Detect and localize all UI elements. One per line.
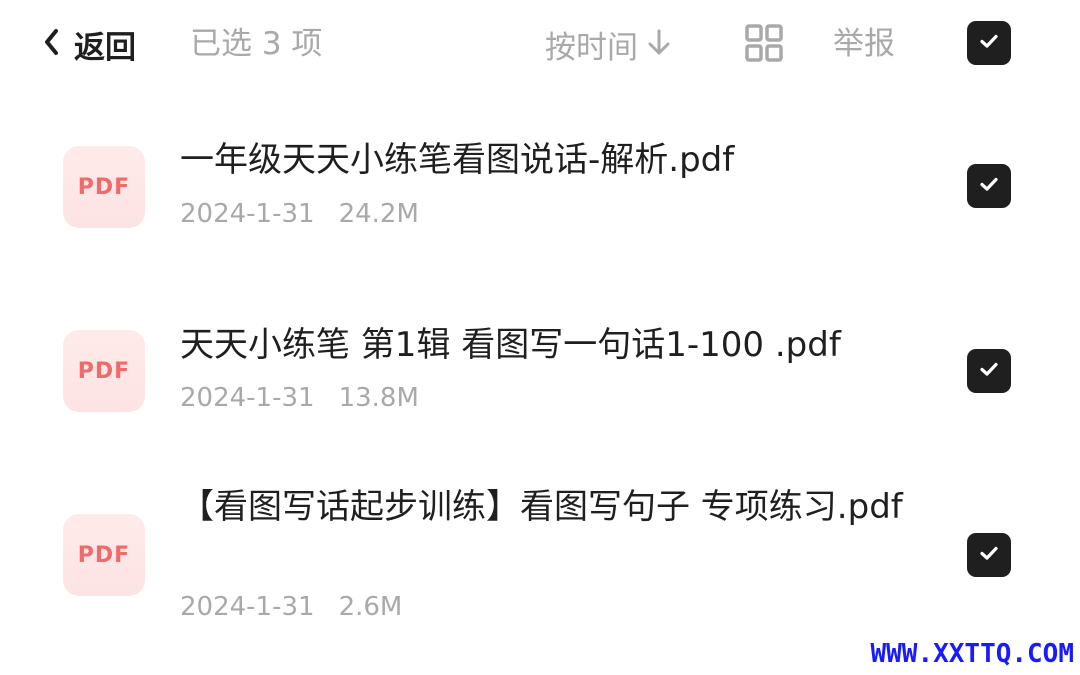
select-all-checkbox[interactable]	[967, 21, 1011, 65]
pdf-icon-label: PDF	[77, 174, 131, 200]
back-button[interactable]: 返回	[42, 22, 136, 66]
file-checkbox[interactable]	[967, 349, 1011, 393]
pdf-file-icon: PDF	[63, 514, 145, 596]
grid-view-icon[interactable]	[745, 24, 783, 62]
check-icon	[977, 172, 1001, 200]
file-size: 2.6M	[338, 592, 403, 622]
file-name: 天天小练笔 第1辑 看图写一句话1-100 .pdf	[180, 325, 841, 365]
file-size: 13.8M	[338, 383, 419, 413]
pdf-file-icon: PDF	[63, 146, 145, 228]
file-date: 2024-1-31	[180, 592, 315, 622]
file-meta: 2024-1-31 24.2M	[180, 199, 419, 229]
pdf-file-icon: PDF	[63, 330, 145, 412]
file-date: 2024-1-31	[180, 383, 315, 413]
file-date: 2024-1-31	[180, 199, 315, 229]
sort-by-time-button[interactable]: 按时间	[545, 22, 672, 66]
chevron-left-icon	[42, 28, 60, 60]
back-label: 返回	[74, 29, 136, 66]
file-checkbox[interactable]	[967, 164, 1011, 208]
check-icon	[977, 541, 1001, 569]
file-meta: 2024-1-31 13.8M	[180, 383, 419, 413]
arrow-down-icon	[646, 27, 672, 61]
top-bar: 返回 已选 3 项 按时间 举报	[0, 0, 1080, 90]
file-size: 24.2M	[338, 199, 419, 229]
file-meta: 2024-1-31 2.6M	[180, 592, 402, 622]
watermark: WWW.XXTTQ.COM	[870, 639, 1075, 669]
file-name: 一年级天天小练笔看图说话-解析.pdf	[180, 140, 735, 180]
file-name: 【看图写话起步训练】看图写句子 专项练习.pdf	[180, 487, 903, 527]
file-select-page: 返回 已选 3 项 按时间 举报 PDF 一年级天天小练笔看图说话-解析.pdf…	[0, 0, 1080, 675]
selected-count: 已选 3 项	[190, 26, 323, 62]
report-button[interactable]: 举报	[833, 22, 895, 66]
sort-label: 按时间	[545, 29, 638, 66]
file-checkbox[interactable]	[967, 533, 1011, 577]
check-icon	[977, 29, 1001, 57]
check-icon	[977, 357, 1001, 385]
pdf-icon-label: PDF	[77, 542, 131, 568]
pdf-icon-label: PDF	[77, 358, 131, 384]
